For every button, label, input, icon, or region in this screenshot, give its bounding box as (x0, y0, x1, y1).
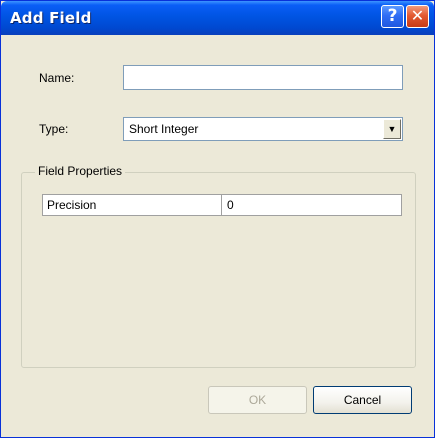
column-divider (221, 195, 222, 215)
name-input[interactable] (123, 65, 403, 90)
dropdown-button[interactable]: ▼ (383, 119, 401, 139)
chevron-down-icon: ▼ (387, 124, 397, 134)
type-dropdown[interactable]: Short Integer ▼ (123, 117, 403, 141)
properties-table-row[interactable]: Precision 0 (42, 194, 402, 216)
cancel-button[interactable]: Cancel (313, 386, 412, 414)
title-bar[interactable]: Add Field ? ✕ (1, 1, 434, 35)
name-label: Name: (39, 71, 75, 85)
close-icon: ✕ (410, 6, 425, 25)
type-label: Type: (39, 122, 69, 136)
dialog-title: Add Field (10, 9, 92, 27)
property-value-cell[interactable]: 0 (227, 198, 234, 212)
field-properties-title: Field Properties (35, 164, 126, 178)
property-name-cell: Precision (47, 198, 97, 212)
type-selected-value: Short Integer (129, 122, 199, 136)
help-button[interactable]: ? (381, 5, 404, 28)
help-icon: ? (387, 6, 398, 26)
add-field-dialog: Add Field ? ✕ Name: Type: Short Integer … (0, 0, 435, 438)
ok-button[interactable]: OK (208, 386, 307, 414)
close-button[interactable]: ✕ (406, 5, 429, 28)
